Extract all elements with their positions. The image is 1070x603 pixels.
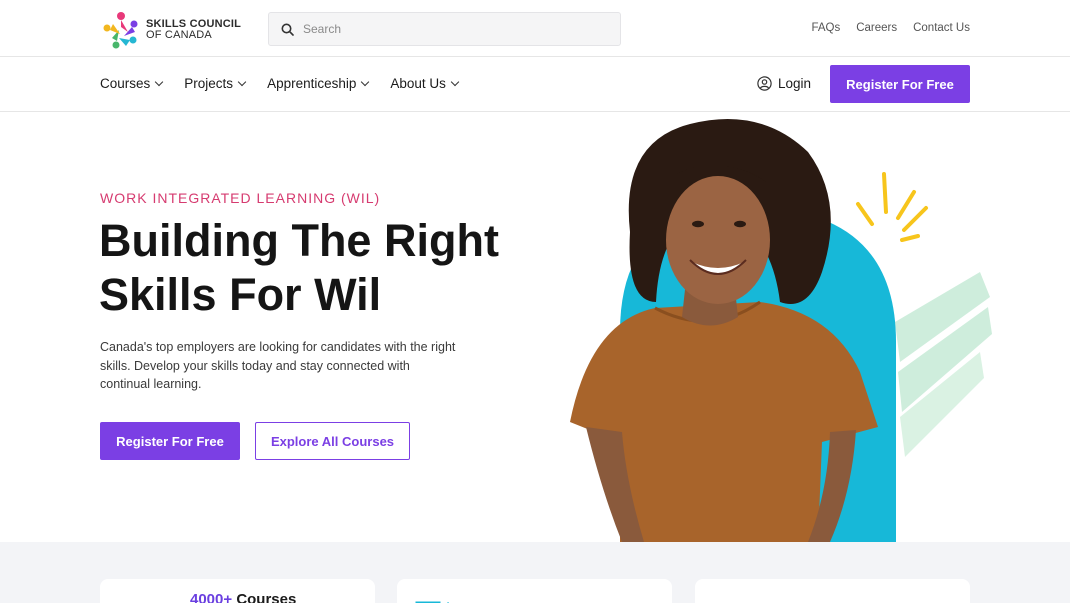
chevron-down-icon bbox=[361, 77, 370, 87]
hero-eyebrow: WORK INTEGRATED LEARNING (WIL) bbox=[100, 190, 381, 206]
stat-number: 4000+ Courses bbox=[190, 591, 296, 603]
stats-section: 4000+ Courses bbox=[0, 542, 1070, 603]
top-bar: SKILLS COUNCIL OF CANADA FAQs Careers Co… bbox=[0, 0, 1070, 57]
nav-menu: Courses Projects Apprenticeship About Us bbox=[100, 76, 460, 91]
hero-illustration bbox=[570, 118, 992, 542]
brand-line-2: OF CANADA bbox=[146, 29, 212, 41]
sparkle-icon bbox=[856, 172, 928, 242]
nav-register-button[interactable]: Register For Free bbox=[830, 65, 970, 103]
brand-name: SKILLS COUNCIL OF CANADA bbox=[146, 19, 241, 41]
logo-mark-icon bbox=[103, 12, 138, 49]
nav-item-label: Apprenticeship bbox=[267, 76, 357, 91]
main-nav: Courses Projects Apprenticeship About Us… bbox=[0, 57, 1070, 112]
nav-item-label: Projects bbox=[184, 76, 234, 91]
search-input[interactable] bbox=[303, 22, 593, 36]
stat-card-courses: 4000+ Courses bbox=[100, 579, 375, 603]
search-box[interactable] bbox=[268, 12, 621, 46]
hero-headline: Building The Right Skills For Wil bbox=[99, 214, 559, 322]
login-link[interactable]: Login bbox=[757, 76, 811, 91]
chevron-down-icon bbox=[237, 77, 247, 87]
headline-line-1: Building The Right bbox=[99, 215, 499, 266]
mint-brush-decoration bbox=[895, 272, 992, 457]
login-label: Login bbox=[778, 76, 812, 91]
nav-item-apprenticeship[interactable]: Apprenticeship bbox=[267, 76, 370, 91]
nav-item-projects[interactable]: Projects bbox=[184, 76, 247, 91]
certificate-icon bbox=[415, 601, 450, 603]
chevron-down-icon bbox=[450, 77, 460, 87]
hero-register-button[interactable]: Register For Free bbox=[100, 422, 240, 460]
contact-us-link[interactable]: Contact Us bbox=[913, 22, 970, 34]
stat-card bbox=[397, 579, 672, 603]
stat-number-value: 4000+ bbox=[190, 591, 233, 603]
nav-item-about-us[interactable]: About Us bbox=[390, 76, 460, 91]
person-face bbox=[666, 176, 770, 304]
explore-courses-button[interactable]: Explore All Courses bbox=[255, 422, 410, 460]
hero-section: WORK INTEGRATED LEARNING (WIL) Building … bbox=[0, 112, 1070, 542]
nav-item-label: Courses bbox=[100, 76, 151, 91]
brand-logo[interactable]: SKILLS COUNCIL OF CANADA bbox=[102, 10, 241, 50]
stat-label: Courses bbox=[236, 591, 297, 603]
headline-line-2: Skills For Wil bbox=[99, 269, 382, 320]
nav-item-label: About Us bbox=[390, 76, 446, 91]
faqs-link[interactable]: FAQs bbox=[811, 22, 840, 34]
careers-link[interactable]: Careers bbox=[856, 22, 897, 34]
nav-item-courses[interactable]: Courses bbox=[100, 76, 164, 91]
user-icon bbox=[757, 76, 772, 91]
utility-links: FAQs Careers Contact Us bbox=[811, 22, 970, 34]
stat-card bbox=[695, 579, 970, 603]
search-icon bbox=[281, 23, 294, 36]
chevron-down-icon bbox=[155, 77, 164, 87]
hero-description: Canada's top employers are looking for c… bbox=[100, 340, 456, 391]
